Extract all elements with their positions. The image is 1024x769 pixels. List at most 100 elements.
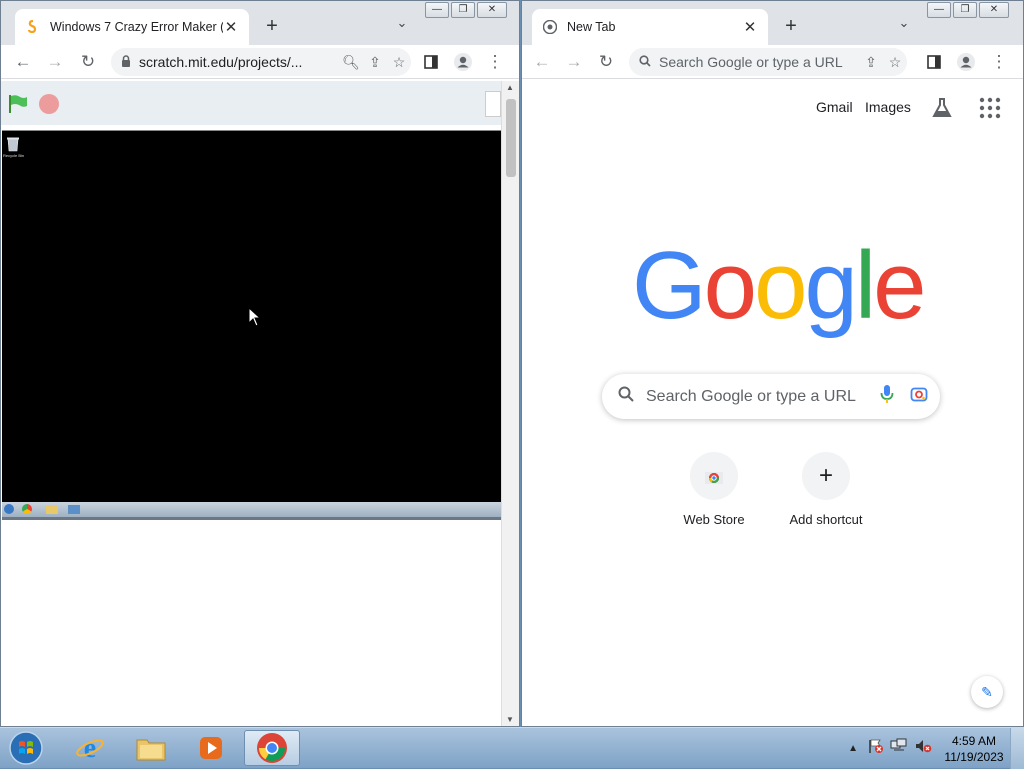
profile-avatar[interactable] [954,50,978,74]
labs-flask-icon[interactable] [930,96,954,125]
reload-button[interactable]: ↻ [594,50,618,74]
windows-explorer-icon[interactable] [123,730,179,766]
google-apps-icon[interactable] [979,97,1001,124]
tab-close-icon[interactable]: ✕ [223,18,239,36]
back-button[interactable]: ← [530,50,554,74]
left-tab-strip: Windows 7 Crazy Error Maker (W ✕ + ⌄ — ❐… [1,1,519,45]
address-bar[interactable]: Search Google or type a URL ⇪ ☆ [629,48,907,76]
search-placeholder: Search Google or type a URL [646,387,856,405]
start-orb-button[interactable] [0,730,52,766]
network-icon[interactable] [890,738,908,759]
restore-button[interactable]: ❐ [451,2,475,18]
restore-button[interactable]: ❐ [953,2,977,18]
side-panel-icon[interactable] [922,50,946,74]
images-link[interactable]: Images [865,99,911,115]
right-window-controls: — ❐ ✕ [927,2,1009,18]
tab-scratch-project[interactable]: Windows 7 Crazy Error Maker (W ✕ [15,9,249,45]
menu-kebab-icon[interactable]: ⋮ [483,50,507,74]
chrome-favicon-icon [542,19,558,35]
internet-explorer-icon[interactable]: e [62,730,118,766]
new-tab-button[interactable]: + [260,14,284,38]
customize-pencil-icon[interactable]: ✎ [971,676,1003,708]
google-logo: Google [632,238,927,334]
tab-close-icon[interactable]: ✕ [742,18,758,36]
lock-icon [121,54,131,70]
recycle-bin-icon[interactable] [6,136,20,152]
scrollbar-thumb[interactable] [506,99,516,177]
mouse-cursor-icon [248,306,262,332]
tab-search-dropdown-icon[interactable]: ⌄ [392,15,412,35]
scroll-up-icon[interactable]: ▲ [506,83,514,92]
logo-letter: g [804,232,857,339]
page-scrollbar[interactable]: ▼ ▲ [501,81,519,726]
shortcut-web-store[interactable]: Web Store [658,452,770,527]
logo-letter: e [873,232,926,339]
recycle-bin-label: Recycle Bin [3,153,25,158]
logo-letter: G [632,232,707,339]
google-lens-icon[interactable] [910,385,928,408]
media-player-icon[interactable] [183,730,239,766]
stage-folder-icon [46,505,58,514]
action-center-flag-icon[interactable] [868,738,884,759]
tab-title: Windows 7 Crazy Error Maker (W [50,20,223,34]
stage-start-icon [4,504,14,514]
chrome-taskbar-icon[interactable] [244,730,300,766]
voice-search-mic-icon[interactable] [880,384,894,409]
clock-time: 4:59 AM [951,733,997,748]
volume-muted-icon[interactable] [914,738,932,759]
menu-kebab-icon[interactable]: ⋮ [987,50,1011,74]
stage-monitor-icon [68,505,80,514]
forward-button[interactable]: → [43,50,67,74]
show-hidden-icons-icon[interactable]: ▲ [848,743,858,754]
search-icon [618,386,634,407]
fullscreen-icon[interactable] [485,91,501,117]
right-toolbar: ← → ↻ Search Google or type a URL ⇪ ☆ ⋮ [522,45,1023,79]
shortcut-add[interactable]: + Add shortcut [770,452,882,527]
tab-title: New Tab [567,20,616,34]
zoom-search-icon[interactable]: 🔍︎ [339,54,363,71]
new-tab-button[interactable]: + [779,14,803,38]
side-panel-icon[interactable] [419,50,443,74]
tab-search-dropdown-icon[interactable]: ⌄ [894,15,914,35]
share-icon[interactable]: ⇪ [859,54,883,71]
show-desktop-button[interactable] [1010,728,1024,769]
minimize-button[interactable]: — [425,2,449,18]
address-bar[interactable]: scratch.mit.edu/projects/... 🔍︎ ⇪ ☆ [111,48,411,76]
clock[interactable]: 4:59 AM 11/19/2023 [938,733,1010,765]
clock-date: 11/19/2023 [944,749,1004,764]
reload-button[interactable]: ↻ [76,50,100,74]
right-tab-strip: New Tab ✕ + ⌄ — ❐ ✕ [522,1,1023,45]
svg-text:e: e [84,733,96,763]
google-search-box[interactable]: Search Google or type a URL [602,374,940,419]
plus-icon: + [802,452,850,500]
close-button[interactable]: ✕ [979,2,1009,18]
scratch-favicon-icon [25,19,41,35]
logo-letter: l [854,232,876,339]
gmail-link[interactable]: Gmail [816,99,853,115]
shortcut-label: Add shortcut [789,512,863,527]
windows-taskbar: e ▲ 4:59 AM 11/19/2023 [0,727,1024,769]
tab-new-tab[interactable]: New Tab ✕ [532,9,768,45]
forward-button[interactable]: → [562,50,586,74]
system-tray: ▲ 4:59 AM 11/19/2023 [848,728,1024,769]
green-flag-icon[interactable] [7,93,29,120]
stop-icon[interactable] [39,94,59,114]
stage-taskbar [2,502,501,520]
close-button[interactable]: ✕ [477,2,507,18]
search-icon [639,54,651,70]
scroll-down-icon[interactable]: ▼ [506,715,514,724]
logo-letter: o [703,232,757,339]
profile-avatar[interactable] [451,50,475,74]
bookmark-star-icon[interactable]: ☆ [387,54,411,71]
back-button[interactable]: ← [11,50,35,74]
scratch-stage[interactable]: Recycle Bin [2,130,501,520]
logo-letter: o [754,232,807,339]
omnibox-placeholder: Search Google or type a URL [659,54,843,70]
bookmark-star-icon[interactable]: ☆ [883,54,907,71]
share-icon[interactable]: ⇪ [363,54,387,71]
left-window-controls: — ❐ ✕ [425,2,507,18]
url-text: scratch.mit.edu/projects/... [139,54,303,70]
minimize-button[interactable]: — [927,2,951,18]
left-browser-window: Windows 7 Crazy Error Maker (W ✕ + ⌄ — ❐… [0,0,520,727]
web-store-icon [690,452,738,500]
